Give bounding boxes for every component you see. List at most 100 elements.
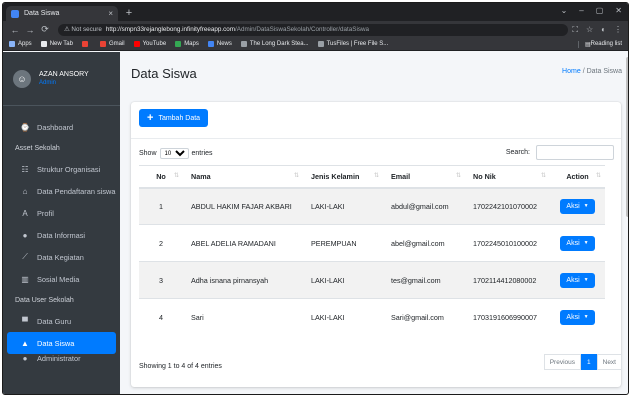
cell-no-nik: 1702114412080002: [465, 261, 550, 299]
bookmark-item[interactable]: The Long Dark Stea...: [240, 41, 309, 47]
column-header-no-nik[interactable]: No Nik ⇅: [465, 165, 550, 189]
sidebar-item-label: Data Siswa: [37, 338, 75, 348]
column-header-jenis-kelamin[interactable]: Jenis Kelamin ⇅: [303, 165, 383, 189]
previous-page-button[interactable]: Previous: [543, 354, 581, 370]
search-input[interactable]: [536, 145, 614, 160]
window-controls: ⌄ – ▢ ✕: [561, 6, 622, 15]
star-icon[interactable]: ☆: [586, 25, 593, 35]
reading-list-button[interactable]: ▤ Reading list: [577, 40, 622, 48]
administrator-icon: ●: [22, 354, 28, 363]
page-length-select[interactable]: 10: [159, 148, 189, 159]
page-scrollbar[interactable]: [626, 57, 628, 217]
user-role: Admin: [39, 80, 57, 86]
bookmark-item[interactable]: Apps: [9, 41, 32, 47]
sort-icon: ⇅: [595, 172, 601, 179]
security-indicator[interactable]: ⚠ Not secure: [64, 26, 102, 33]
profil-icon: A: [22, 208, 28, 218]
bookmark-icon: [133, 41, 140, 47]
tab-search-icon[interactable]: ⌄: [561, 6, 568, 15]
sidebar-item-label: Dashboard: [37, 122, 74, 132]
bookmark-item[interactable]: News: [207, 41, 232, 47]
minimize-button[interactable]: –: [579, 6, 583, 15]
current-page-button[interactable]: 1: [581, 354, 597, 370]
column-header-email-label: Email: [391, 171, 411, 181]
sort-icon: ⇅: [455, 172, 461, 179]
table-row: 1 ABDUL HAKIM FAJAR AKBARI LAKI-LAKI abdul@…: [139, 187, 605, 225]
bookmark-item[interactable]: Maps: [175, 41, 199, 47]
sidebar-menu: ⌚ Dashboard Asset Sekolah ☷ Struktur Organis…: [3, 106, 120, 364]
aksi-dropdown-button[interactable]: Aksi ▼: [560, 235, 595, 251]
caret-down-icon: ▼: [583, 277, 589, 283]
cell-no: 1: [139, 187, 183, 225]
tab-title: Data Siswa: [24, 10, 60, 17]
aksi-dropdown-button[interactable]: Aksi ▼: [560, 309, 595, 325]
aksi-label: Aksi: [566, 202, 580, 210]
column-header-email[interactable]: Email ⇅: [383, 165, 465, 189]
reload-icon[interactable]: ⟳: [39, 24, 51, 35]
bookmark-item[interactable]: YouTube: [133, 41, 166, 47]
new-tab-button[interactable]: +: [123, 7, 135, 19]
pagination: Previous 1 Next: [543, 354, 622, 370]
breadcrumb-separator: /: [582, 68, 585, 75]
user-panel[interactable]: ☺ AZAN ANSORY Admin: [3, 52, 120, 106]
bookmark-label: TusFiles | Free File S...: [326, 41, 389, 47]
sidebar-item-label: Data Guru: [37, 316, 72, 326]
cell-no-nik: 1703191606990007: [465, 298, 550, 336]
data-pendaftaran-siswa-icon: ⌂: [22, 186, 28, 196]
cell-jenis-kelamin: LAKI-LAKI: [303, 261, 383, 299]
aksi-dropdown-button[interactable]: Aksi ▼: [560, 198, 595, 214]
sort-icon: ⇅: [293, 172, 299, 179]
url-input[interactable]: ⚠ Not secure http://smpn33rejanglebong.i…: [58, 23, 569, 36]
bookmark-item[interactable]: [81, 41, 91, 47]
caret-down-icon: ▼: [583, 203, 589, 210]
maximize-button[interactable]: ▢: [596, 6, 604, 15]
sidebar-item-profil[interactable]: A Profil: [7, 202, 116, 224]
back-icon[interactable]: ←: [9, 25, 21, 35]
bookmark-icon: [240, 41, 247, 47]
bookmark-item[interactable]: TusFiles | Free File S...: [317, 41, 389, 47]
sidebar-item-data-kegiatan[interactable]: ⟋ Data Kegiatan: [7, 246, 116, 268]
table-row: 4 Sari LAKI-LAKI Sari@gmail.com 170319160699…: [139, 298, 605, 336]
sidebar-item-struktur-organisasi[interactable]: ☷ Struktur Organisasi: [7, 158, 116, 180]
browser-tab[interactable]: Data Siswa ×: [6, 6, 118, 21]
add-data-button[interactable]: + Tambah Data: [139, 109, 209, 127]
translate-icon[interactable]: ⛶: [572, 25, 578, 35]
close-window-button[interactable]: ✕: [615, 6, 622, 15]
data-kegiatan-icon: ⟋: [22, 252, 28, 261]
bookmark-item[interactable]: New Tab: [40, 41, 73, 47]
caret-down-icon: ▼: [583, 314, 589, 321]
sidebar-item-data-siswa[interactable]: ▲ Data Siswa: [7, 332, 116, 354]
forward-icon[interactable]: →: [24, 25, 36, 35]
cell-no: 4: [139, 298, 183, 336]
cell-no: 2: [139, 224, 183, 262]
table-row: 3 Adha isnana pirnansyah LAKI-LAKI tes@gmai…: [139, 261, 605, 299]
sidebar-item-data-guru[interactable]: ▀ Data Guru: [7, 310, 116, 332]
reading-list-label: Reading list: [590, 41, 622, 47]
cell-nama: ABDUL HAKIM FAJAR AKBARI: [183, 187, 303, 225]
column-header-no-label: No: [156, 171, 166, 181]
sidebar-item-data-informasi[interactable]: ● Data Informasi: [7, 224, 116, 246]
next-page-button[interactable]: Next: [596, 354, 622, 370]
profile-icon[interactable]: ◐: [601, 25, 606, 35]
sidebar-item-administrator[interactable]: ● Administrator: [7, 354, 116, 364]
bookmark-item[interactable]: Gmail: [99, 41, 125, 47]
sidebar-item-sosial-media[interactable]: ▥ Sosial Media: [7, 268, 116, 290]
close-tab-icon[interactable]: ×: [108, 9, 113, 18]
column-header-no[interactable]: No ⇅: [139, 165, 183, 189]
sidebar-item-data-pendaftaran-siswa[interactable]: ⌂ Data Pendaftaran siswa: [7, 180, 116, 202]
aksi-label: Aksi: [566, 276, 580, 284]
bookmark-icon: [99, 41, 106, 47]
cell-no-nik: 1702242101070002: [465, 187, 550, 225]
aksi-dropdown-button[interactable]: Aksi ▼: [560, 272, 595, 288]
breadcrumb-home-link[interactable]: Home: [562, 68, 581, 75]
sidebar-item-dashboard[interactable]: ⌚ Dashboard: [7, 116, 116, 138]
column-header-nama[interactable]: Nama ⇅: [183, 165, 303, 189]
card-divider: [131, 138, 621, 139]
menu-kebab-icon[interactable]: ⋮: [614, 25, 622, 35]
sidebar-item-label: Struktur Organisasi: [37, 164, 101, 174]
cell-nama: Adha isnana pirnansyah: [183, 261, 303, 299]
bookmarks-bar: Apps New Tab Gmail YouTube Maps News The Long …: [3, 38, 628, 51]
column-header-action[interactable]: Action ⇅: [550, 165, 605, 189]
sidebar-item-label: Data Informasi: [37, 230, 86, 240]
browser-window: Data Siswa × + ⌄ – ▢ ✕ ← → ⟳ ⚠ Not secur…: [2, 2, 629, 395]
